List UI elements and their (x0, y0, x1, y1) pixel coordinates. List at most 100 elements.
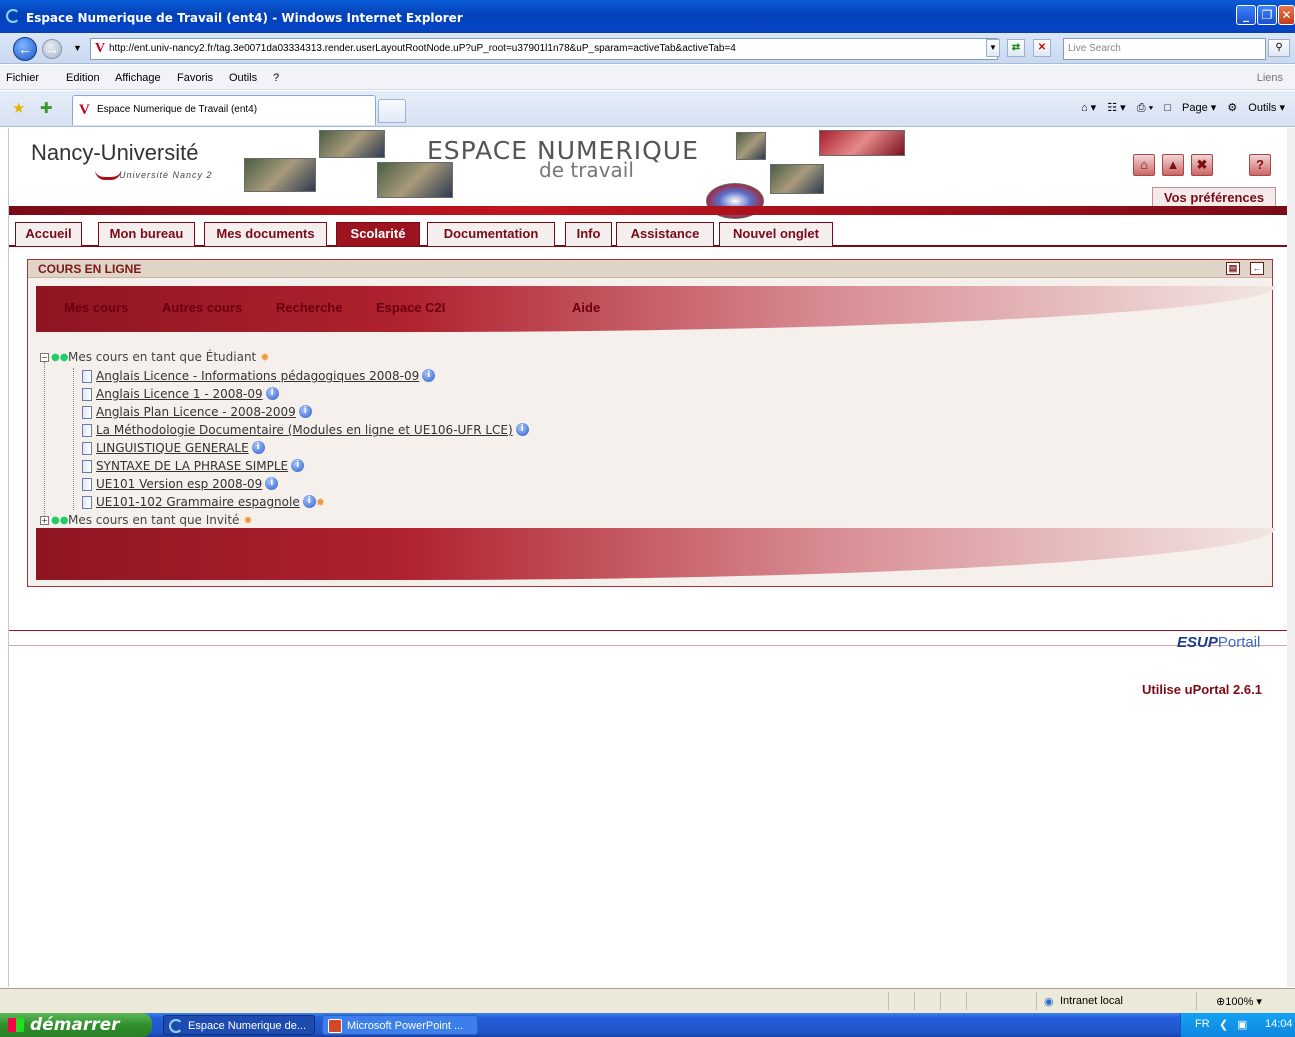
portlet-back-icon[interactable]: ← (1250, 262, 1264, 275)
stop-icon[interactable]: ✕ (1033, 39, 1051, 57)
ent-tab-bar: Accueil Mon bureau Mes documents Scolari… (9, 222, 1287, 247)
esup-portail-logo[interactable]: ESUPPortail (1177, 634, 1260, 651)
menu-edition[interactable]: Edition (66, 72, 100, 84)
forward-button[interactable]: → (42, 39, 62, 59)
menu-help[interactable]: ? (273, 72, 279, 84)
info-icon[interactable]: i (298, 405, 312, 418)
document-icon (82, 406, 92, 419)
list-item[interactable]: Anglais Plan Licence - 2008-2009 i (82, 405, 312, 419)
tools-menu[interactable]: ⚙ Outils ▾ (1227, 102, 1285, 114)
info-icon[interactable]: i (515, 423, 529, 436)
status-divider (940, 992, 941, 1010)
command-bar: ⌂ ▾ ☷ ▾ ⎙ ▾ □ Page ▾ ⚙ Outils ▾ (1073, 101, 1285, 115)
taskbar-powerpoint-item[interactable]: Microsoft PowerPoint ... (322, 1015, 478, 1035)
info-icon[interactable]: i (302, 495, 316, 508)
live-search-input[interactable]: Live Search (1063, 38, 1266, 60)
tab-nouvel-onglet[interactable]: Nouvel onglet (719, 222, 833, 246)
logout-icon[interactable]: ✖ (1191, 154, 1213, 176)
tab-mes-documents[interactable]: Mes documents (204, 222, 327, 246)
sitemap-icon[interactable]: ▲ (1162, 154, 1184, 176)
course-link[interactable]: SYNTAXE DE LA PHRASE SIMPLE (96, 459, 288, 473)
history-dropdown-icon[interactable]: ▼ (73, 43, 82, 53)
vertical-scrollbar[interactable] (1287, 128, 1295, 987)
info-icon[interactable]: i (265, 387, 279, 400)
home-portal-icon[interactable]: ⌂ (1133, 154, 1155, 176)
header-photo-4 (736, 132, 766, 160)
menu-affichage[interactable]: Affichage (115, 72, 161, 84)
portlet-nav-ribbon: Mes cours Autres cours Recherche Espace … (36, 286, 1276, 332)
list-item[interactable]: SYNTAXE DE LA PHRASE SIMPLE i (82, 459, 305, 473)
list-item[interactable]: Anglais Licence - Informations pédagogiq… (82, 369, 436, 383)
address-dropdown-icon[interactable]: ▼ (986, 39, 1000, 57)
info-icon[interactable]: i (251, 441, 265, 454)
tab-assistance[interactable]: Assistance (616, 222, 714, 246)
nav-autres-cours[interactable]: Autres cours (162, 300, 242, 315)
language-indicator[interactable]: FR (1195, 1018, 1210, 1030)
page-viewport: Nancy-Université Université Nancy 2 ESPA… (8, 128, 1287, 987)
tray-arrow-icon[interactable]: ❮ (1219, 1018, 1228, 1031)
course-link[interactable]: Anglais Licence - Informations pédagogiq… (96, 369, 419, 383)
ent-subtitle: de travail (539, 158, 634, 182)
help-icon[interactable]: ? (1249, 154, 1271, 176)
refresh-icon[interactable]: ⇄ (1007, 39, 1025, 57)
course-link[interactable]: Anglais Licence 1 - 2008-09 (96, 387, 263, 401)
tree-node-invite[interactable]: + ●●Mes cours en tant que Invité ✸ (40, 513, 253, 527)
list-item[interactable]: LINGUISTIQUE GENERALE i (82, 441, 265, 455)
course-link[interactable]: LINGUISTIQUE GENERALE (96, 441, 249, 455)
new-tab-button[interactable] (378, 99, 406, 123)
list-item[interactable]: Anglais Licence 1 - 2008-09 i (82, 387, 279, 401)
add-favorites-icon[interactable]: ✚ (40, 99, 53, 117)
info-icon[interactable]: i (265, 477, 279, 490)
nav-recherche[interactable]: Recherche (276, 300, 342, 315)
tab-mon-bureau[interactable]: Mon bureau (98, 222, 195, 246)
tree-node-etudiant[interactable]: − ●●Mes cours en tant que Étudiant ✸ (40, 350, 269, 364)
course-link[interactable]: UE101 Version esp 2008-09 (96, 477, 262, 491)
menu-favoris[interactable]: Favoris (177, 72, 213, 84)
start-button[interactable]: démarrer (0, 1013, 152, 1037)
collapse-icon[interactable]: − (40, 353, 49, 362)
network-icon[interactable]: ▣ (1237, 1018, 1247, 1031)
tab-info[interactable]: Info (565, 222, 612, 246)
close-window-button[interactable]: ✕ (1278, 5, 1295, 25)
course-link[interactable]: La Méthodologie Documentaire (Modules en… (96, 423, 513, 437)
home-icon[interactable]: ⌂ ▾ (1081, 102, 1096, 114)
tab-scolarite[interactable]: Scolarité (336, 222, 420, 246)
status-bar: ◉ Intranet local ⊕100% ▾ (0, 988, 1295, 1013)
expand-icon[interactable]: + (40, 516, 49, 525)
maximize-button[interactable]: ❐ (1257, 5, 1277, 25)
links-toolbar[interactable]: Liens (1257, 72, 1283, 84)
uportal-version: Utilise uPortal 2.6.1 (1142, 682, 1262, 697)
ie-icon (169, 1019, 183, 1033)
info-icon[interactable]: i (422, 369, 436, 382)
document-icon (82, 478, 92, 491)
list-item[interactable]: La Méthodologie Documentaire (Modules en… (82, 423, 529, 437)
portlet-print-icon[interactable]: ▤ (1226, 262, 1240, 275)
search-icon[interactable]: ⚲ (1268, 39, 1290, 57)
favorites-star-icon[interactable]: ★ (12, 99, 25, 117)
taskbar-ie-item[interactable]: Espace Numerique de... (163, 1015, 315, 1035)
print-icon[interactable]: ⎙ ▾ (1137, 102, 1153, 114)
zoom-level[interactable]: ⊕100% ▾ (1216, 995, 1262, 1008)
course-link[interactable]: UE101-102 Grammaire espagnole (96, 495, 300, 509)
minimize-button[interactable]: _ (1236, 5, 1256, 25)
portlet-header: COURS EN LIGNE ▤ ← (28, 260, 1272, 278)
info-icon[interactable]: i (291, 459, 305, 472)
course-link[interactable]: Anglais Plan Licence - 2008-2009 (96, 405, 296, 419)
address-input[interactable]: V http://ent.univ-nancy2.fr/tag.3e0071da… (90, 38, 998, 60)
list-item[interactable]: UE101 Version esp 2008-09 i (82, 477, 279, 491)
nav-aide[interactable]: Aide (572, 300, 600, 315)
browser-tab-active[interactable]: V Espace Numerique de Travail (ent4) (72, 95, 376, 125)
menu-fichier[interactable]: Fichier (6, 72, 39, 84)
new-star-icon: ✸ (243, 514, 253, 527)
menu-outils[interactable]: Outils (229, 72, 257, 84)
list-item[interactable]: UE101-102 Grammaire espagnole i ✸ (82, 495, 325, 509)
nav-espace-c2i[interactable]: Espace C2I (376, 300, 445, 315)
header-photo-1 (244, 158, 316, 192)
windows-flag-icon (8, 1018, 24, 1032)
feeds-icon[interactable]: ☷ ▾ (1107, 102, 1125, 114)
nav-mes-cours[interactable]: Mes cours (64, 300, 128, 315)
back-button[interactable]: ← (13, 37, 37, 61)
tab-accueil[interactable]: Accueil (15, 222, 82, 246)
page-menu[interactable]: □ Page ▾ (1164, 102, 1216, 114)
tab-documentation[interactable]: Documentation (427, 222, 555, 246)
